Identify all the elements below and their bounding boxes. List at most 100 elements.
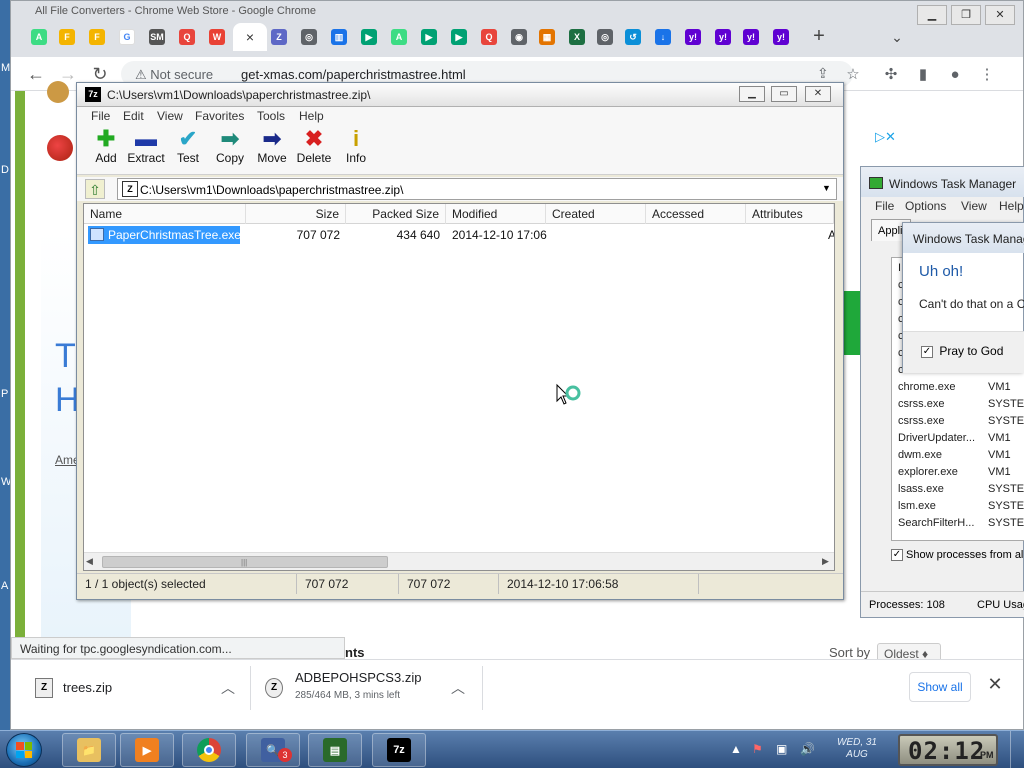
bookmark-star-icon[interactable]: ☆ xyxy=(843,65,863,85)
show-desktop-button[interactable] xyxy=(1010,731,1024,768)
menu-help[interactable]: Help xyxy=(999,199,1024,213)
copy-button[interactable]: ➡ Copy xyxy=(209,127,251,173)
show-all-button[interactable]: Show all xyxy=(909,672,971,702)
menu-view[interactable]: View xyxy=(961,199,987,213)
process-name[interactable]: lsm.exe xyxy=(898,500,936,512)
process-name[interactable]: DriverUpdater... xyxy=(898,432,975,444)
network-icon[interactable]: ▣ xyxy=(776,742,787,756)
browser-tab[interactable]: A xyxy=(385,23,413,51)
process-name[interactable]: explorer.exe xyxy=(898,466,958,478)
close-tab-icon[interactable]: × xyxy=(246,29,254,45)
column-accessed[interactable]: Accessed xyxy=(646,204,746,224)
path-text[interactable]: C:\Users\vm1\Downloads\paperchristmastre… xyxy=(140,183,403,197)
browser-tab[interactable]: F xyxy=(83,23,111,51)
browser-tab[interactable]: ◎ xyxy=(591,23,619,51)
start-button[interactable] xyxy=(6,733,42,767)
not-secure-indicator[interactable]: ⚠ Not secure xyxy=(135,67,213,83)
download-item[interactable]: Z ADBEPOHSPCS3.zip 285/464 MB, 3 mins le… xyxy=(251,666,483,710)
profile-avatar-icon[interactable]: ● xyxy=(945,65,965,85)
browser-tab[interactable]: ▦ xyxy=(533,23,561,51)
path-combobox[interactable]: Z C:\Users\vm1\Downloads\paperchristmast… xyxy=(117,178,837,200)
move-button[interactable]: ➡ Move xyxy=(251,127,293,173)
taskbar-chrome[interactable] xyxy=(182,733,236,767)
browser-tab[interactable]: SM xyxy=(143,23,171,51)
share-icon[interactable]: ⇪ xyxy=(817,65,829,82)
browser-tab[interactable]: ▶ xyxy=(445,23,473,51)
menu-edit[interactable]: Edit xyxy=(123,109,144,123)
clock-date[interactable]: WED, 31 AUG xyxy=(826,737,888,761)
column-packed-size[interactable]: Packed Size xyxy=(346,204,446,224)
tab-search-button[interactable]: ⌄ xyxy=(885,25,909,49)
menu-options[interactable]: Options xyxy=(905,199,946,213)
maximize-button[interactable]: ▭ xyxy=(771,86,797,102)
show-all-processes-checkbox[interactable]: ✓Show processes from all users xyxy=(891,549,1024,562)
action-center-icon[interactable]: ⚑ xyxy=(752,742,763,756)
download-banner[interactable] xyxy=(841,291,861,355)
browser-tab[interactable]: ◉ xyxy=(505,23,533,51)
minimize-button[interactable]: ▁ xyxy=(739,86,765,102)
process-name[interactable]: csrss.exe xyxy=(898,398,944,410)
info-button[interactable]: i Info xyxy=(335,127,377,173)
menu-favorites[interactable]: Favorites xyxy=(195,109,244,123)
menu-help[interactable]: Help xyxy=(299,109,324,123)
taskbar-search-tool[interactable]: 🔍 xyxy=(246,733,300,767)
url-text[interactable]: get-xmas.com/paperchristmastree.html xyxy=(241,67,466,82)
taskbar-7zip[interactable]: 7z xyxy=(372,733,426,767)
browser-tab[interactable]: X xyxy=(563,23,591,51)
back-button[interactable]: ← xyxy=(25,63,47,85)
adchoices-icon[interactable]: ▷✕ xyxy=(875,129,896,145)
browser-tab[interactable]: y! xyxy=(737,23,765,51)
process-name[interactable]: I xyxy=(898,262,901,274)
browser-tab[interactable]: ▶ xyxy=(415,23,443,51)
minimize-button[interactable]: ▁ xyxy=(917,5,947,25)
menu-kebab-icon[interactable]: ⋮ xyxy=(977,65,997,85)
process-name[interactable]: lsass.exe xyxy=(898,483,944,495)
close-button[interactable]: ✕ xyxy=(805,86,831,102)
column-created[interactable]: Created xyxy=(546,204,646,224)
chevron-up-icon[interactable]: ︿ xyxy=(221,678,235,698)
new-tab-button[interactable]: + xyxy=(807,25,831,49)
extract-button[interactable]: ▬ Extract xyxy=(125,127,167,173)
column-attributes[interactable]: Attributes xyxy=(746,204,834,224)
browser-tab[interactable]: ◎ xyxy=(295,23,323,51)
column-size[interactable]: Size xyxy=(246,204,346,224)
column-modified[interactable]: Modified xyxy=(446,204,546,224)
download-item[interactable]: Z trees.zip ︿ xyxy=(21,666,251,710)
menu-tools[interactable]: Tools xyxy=(257,109,285,123)
delete-button[interactable]: ✖ Delete xyxy=(293,127,335,173)
close-shelf-button[interactable]: ✕ xyxy=(985,674,1005,698)
checkbox[interactable]: ✓ xyxy=(891,549,903,562)
file-list[interactable]: Name Size Packed Size Modified Created A… xyxy=(83,203,835,571)
menu-view[interactable]: View xyxy=(157,109,183,123)
process-name[interactable]: SearchFilterH... xyxy=(898,517,974,529)
browser-tab[interactable]: W xyxy=(203,23,231,51)
checkbox[interactable]: ✓ xyxy=(921,345,933,358)
column-name[interactable]: Name xyxy=(84,204,246,224)
process-name[interactable]: dwm.exe xyxy=(898,449,942,461)
volume-icon[interactable]: 🔊 xyxy=(800,742,815,756)
browser-tab[interactable]: y! xyxy=(767,23,795,51)
browser-tab[interactable]: ↓ xyxy=(649,23,677,51)
browser-tab[interactable]: ▥ xyxy=(325,23,353,51)
active-tab[interactable]: × xyxy=(233,23,267,51)
side-panel-icon[interactable]: ▮ xyxy=(913,65,933,85)
scroll-left-arrow[interactable]: ◀ xyxy=(86,556,93,567)
up-folder-button[interactable]: ⇧ xyxy=(85,179,105,199)
menu-file[interactable]: File xyxy=(875,199,894,213)
browser-tab[interactable]: G xyxy=(113,23,141,51)
process-name[interactable]: csrss.exe xyxy=(898,415,944,427)
taskbar-task-manager[interactable]: ▤ xyxy=(308,733,362,767)
scroll-thumb[interactable]: ||| xyxy=(102,556,388,568)
browser-tab[interactable]: Q xyxy=(173,23,201,51)
restore-button[interactable]: ❐ xyxy=(951,5,981,25)
extensions-icon[interactable]: ✣ xyxy=(881,65,901,85)
chevron-up-icon[interactable]: ︿ xyxy=(451,678,465,698)
add-button[interactable]: ✚ Add xyxy=(85,127,127,173)
browser-tab[interactable]: F xyxy=(53,23,81,51)
scroll-right-arrow[interactable]: ▶ xyxy=(822,556,829,567)
process-name[interactable]: chrome.exe xyxy=(898,381,955,393)
table-row-selected[interactable]: PaperChristmasTree.exe xyxy=(88,226,241,244)
browser-tab[interactable]: Z xyxy=(265,23,293,51)
test-button[interactable]: ✔ Test xyxy=(167,127,209,173)
dropdown-arrow-icon[interactable]: ▼ xyxy=(822,183,831,193)
